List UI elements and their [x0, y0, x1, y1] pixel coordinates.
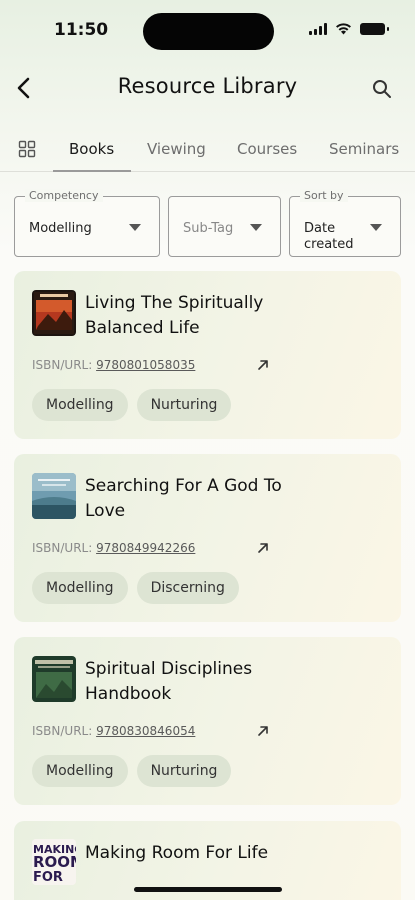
isbn-label: ISBN/URL: — [32, 541, 93, 555]
isbn-label: ISBN/URL: — [32, 358, 93, 372]
tab-books[interactable]: Books — [69, 140, 114, 158]
external-link-icon[interactable] — [256, 723, 272, 739]
sort-value: Date created — [304, 221, 354, 252]
competency-label: Competency — [25, 189, 103, 202]
svg-text:FOR: FOR — [33, 870, 63, 885]
tag-list: Modelling Nurturing — [32, 389, 232, 421]
book-title: Spiritual Disciplines Handbook — [85, 659, 253, 704]
book-title: Searching For A God To Love — [85, 476, 282, 521]
book-cover — [32, 290, 76, 336]
book-title: Living The Spiritually Balanced Life — [85, 293, 264, 338]
tag-chip[interactable]: Modelling — [32, 572, 128, 604]
book-cover: MAKING ROOM FOR — [32, 839, 76, 885]
sort-dropdown[interactable]: Sort by Date created — [289, 189, 401, 257]
category-tabs: Books Viewing Courses Seminars — [0, 130, 415, 172]
tab-seminars[interactable]: Seminars — [329, 140, 399, 158]
book-title: Making Room For Life — [85, 843, 269, 863]
isbn-row: ISBN/URL: 9780801058035 — [32, 358, 195, 372]
competency-dropdown[interactable]: Competency Modelling — [14, 189, 160, 257]
competency-value: Modelling — [29, 221, 92, 236]
tag-chip[interactable]: Nurturing — [136, 755, 232, 787]
search-icon — [373, 80, 391, 98]
book-card[interactable]: Living The Spiritually Balanced Life ISB… — [14, 271, 401, 439]
book-cover — [32, 656, 76, 702]
tag-chip[interactable]: Modelling — [32, 755, 128, 787]
signal-icon — [309, 22, 327, 35]
app-header: Resource Library — [0, 66, 415, 110]
book-card[interactable]: Spiritual Disciplines Handbook ISBN/URL:… — [14, 637, 401, 805]
page-title: Resource Library — [117, 74, 298, 98]
status-bar: 11:50 — [0, 0, 415, 60]
chevron-down-icon — [250, 224, 262, 231]
status-time: 11:50 — [54, 20, 109, 40]
isbn-link[interactable]: 9780801058035 — [96, 358, 195, 372]
status-icons — [309, 22, 389, 35]
isbn-link[interactable]: 9780830846054 — [96, 724, 195, 738]
isbn-row: ISBN/URL: 9780849942266 — [32, 541, 195, 555]
battery-icon — [360, 22, 389, 35]
isbn-label: ISBN/URL: — [32, 724, 93, 738]
chevron-down-icon — [370, 224, 382, 231]
tab-grid[interactable] — [18, 140, 38, 160]
home-indicator[interactable] — [134, 887, 282, 892]
subtag-placeholder: Sub-Tag — [183, 221, 234, 236]
book-card[interactable]: Searching For A God To Love ISBN/URL: 97… — [14, 454, 401, 622]
tag-chip[interactable]: Nurturing — [136, 389, 232, 421]
search-button[interactable] — [365, 72, 399, 106]
dynamic-island — [143, 13, 274, 50]
tab-viewing[interactable]: Viewing — [147, 140, 206, 158]
book-cover — [32, 473, 76, 519]
tab-courses[interactable]: Courses — [237, 140, 297, 158]
external-link-icon[interactable] — [256, 540, 272, 556]
chevron-down-icon — [129, 224, 141, 231]
tag-list: Modelling Nurturing — [32, 755, 232, 787]
svg-text:ROOM: ROOM — [33, 853, 76, 871]
external-link-icon[interactable] — [256, 357, 272, 373]
book-cover-art: MAKING ROOM FOR — [32, 839, 76, 885]
tag-chip[interactable]: Modelling — [32, 389, 128, 421]
subtag-dropdown[interactable]: Sub-Tag — [168, 196, 281, 257]
tag-chip[interactable]: Discerning — [136, 572, 239, 604]
active-tab-indicator — [53, 170, 131, 172]
sort-label: Sort by — [300, 189, 348, 202]
wifi-icon — [336, 23, 351, 35]
isbn-row: ISBN/URL: 9780830846054 — [32, 724, 195, 738]
grid-icon — [18, 140, 36, 158]
tag-list: Modelling Discerning — [32, 572, 239, 604]
isbn-link[interactable]: 9780849942266 — [96, 541, 195, 555]
